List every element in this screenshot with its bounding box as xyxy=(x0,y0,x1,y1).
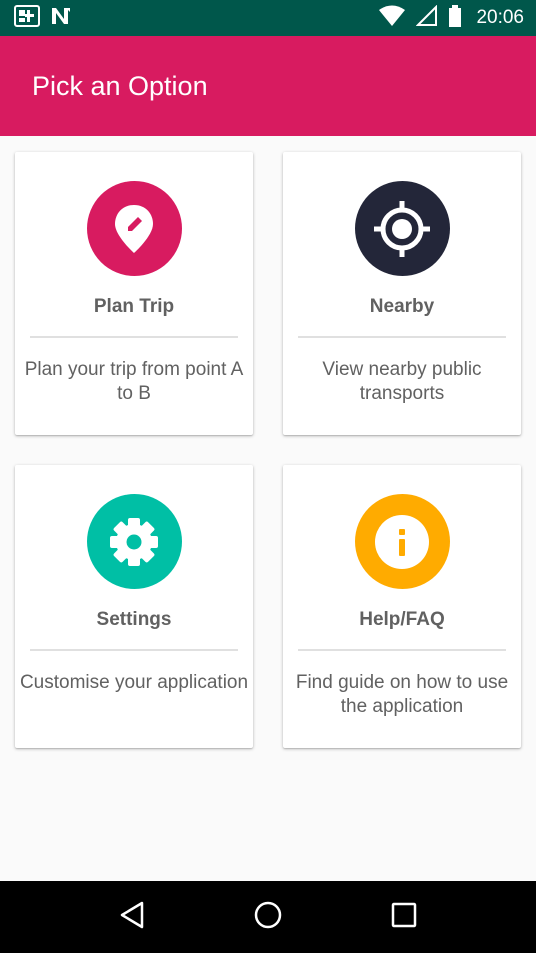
divider xyxy=(30,336,238,338)
recents-button[interactable] xyxy=(384,897,424,937)
home-icon xyxy=(253,900,283,935)
home-button[interactable] xyxy=(248,897,288,937)
card-title: Nearby xyxy=(369,296,435,317)
status-bar: 20:06 xyxy=(0,0,536,36)
divider xyxy=(298,649,506,651)
gear-icon xyxy=(86,494,182,589)
info-icon xyxy=(354,494,450,589)
recents-icon xyxy=(390,901,418,934)
signal-icon xyxy=(416,4,438,32)
page-title: Pick an Option xyxy=(32,70,208,101)
location-pin-edit-icon xyxy=(86,181,182,276)
back-button[interactable] xyxy=(112,897,152,937)
card-title: Plan Trip xyxy=(93,296,175,317)
app-bar: Pick an Option xyxy=(0,36,536,136)
divider xyxy=(30,649,238,651)
back-icon xyxy=(118,900,146,935)
status-indicators: 20:06 xyxy=(378,4,524,32)
plan-trip-card[interactable]: Plan Trip Plan your trip from point A to… xyxy=(15,152,253,435)
divider xyxy=(298,336,506,338)
gps-target-icon xyxy=(354,181,450,276)
help-faq-card[interactable]: Help/FAQ Find guide on how to use the ap… xyxy=(283,465,521,748)
navigation-bar xyxy=(0,881,536,953)
card-title: Settings xyxy=(96,609,172,630)
card-description: Customise your application xyxy=(19,672,249,693)
card-title: Help/FAQ xyxy=(359,609,445,630)
status-notifications xyxy=(14,4,72,32)
battery-icon xyxy=(448,4,462,32)
settings-card[interactable]: Settings Customise your application xyxy=(15,465,253,748)
nearby-card[interactable]: Nearby View nearby public transports xyxy=(283,152,521,435)
card-description: View nearby public transports xyxy=(322,359,482,404)
card-description: Find guide on how to use the application xyxy=(295,672,509,717)
app-notification-icon xyxy=(14,4,40,32)
wifi-icon xyxy=(378,5,406,32)
status-time: 20:06 xyxy=(476,7,524,28)
n-notification-icon xyxy=(50,6,72,31)
card-description: Plan your trip from point A to B xyxy=(24,359,244,404)
